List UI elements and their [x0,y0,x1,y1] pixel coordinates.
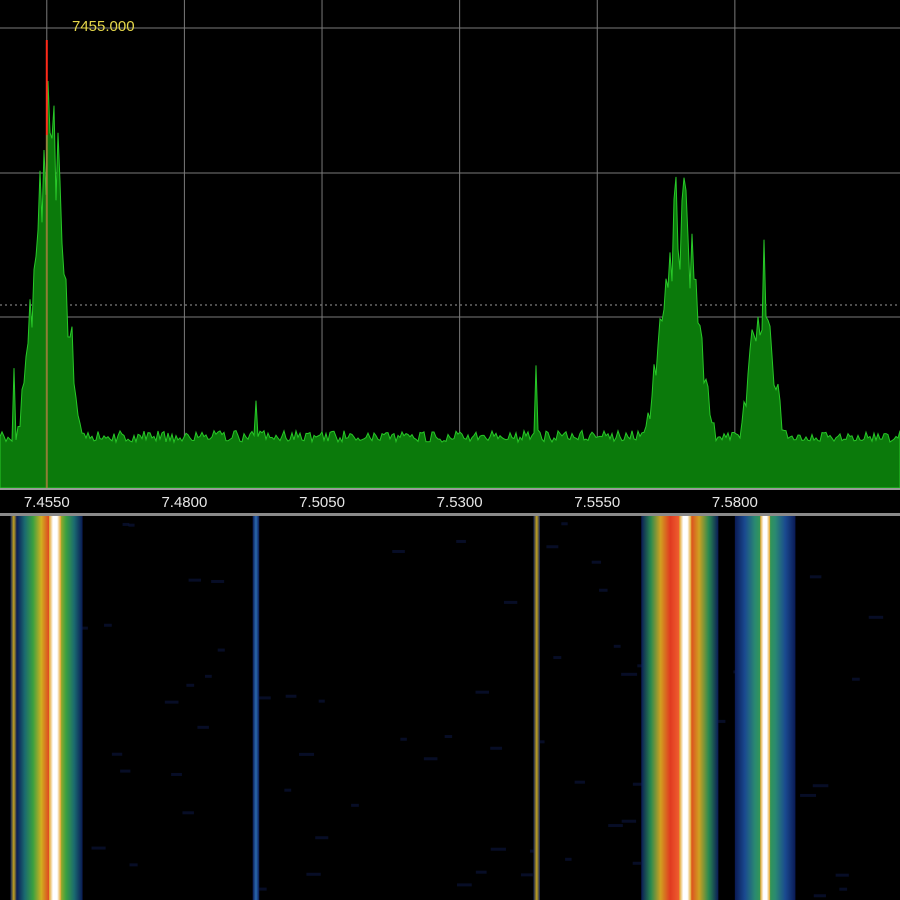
waterfall-noise [621,672,638,676]
spectrum-svg[interactable] [0,0,900,490]
axis-tick-label: 7.4800 [161,494,208,511]
waterfall-noise [111,752,123,756]
waterfall-noise [128,523,135,527]
waterfall-noise [351,803,359,807]
axis-tick-label: 7.5050 [299,494,345,511]
waterfall-noise [565,857,572,861]
waterfall-noise [284,788,292,792]
waterfall-noise [490,847,506,851]
waterfall-noise [800,793,817,797]
waterfall-noise [456,539,466,543]
waterfall-noise [490,746,503,750]
waterfall-band [760,516,771,900]
waterfall-noise [129,863,138,867]
waterfall-noise [182,811,194,815]
axis-tick-label: 7.5300 [436,494,483,511]
axis-tick-label: 7.5550 [574,494,621,511]
waterfall-noise [835,873,849,877]
waterfall-noise [120,769,131,773]
waterfall-band [10,516,18,900]
waterfall-noise [546,545,559,549]
waterfall-noise [475,690,490,694]
waterfall-noise [400,737,407,741]
spectrum-trace [0,80,900,489]
waterfall-noise [299,752,315,756]
waterfall-noise [812,784,829,788]
waterfall-noise [285,694,297,698]
frequency-axis[interactable]: 7.4550 7.4800 7.5050 7.5300 7.5550 7.5800 [0,488,900,516]
spectrum-plot[interactable]: 7455.000 [0,0,900,490]
waterfall-noise [197,725,209,729]
waterfall-noise [520,873,533,877]
waterfall-band [48,516,62,900]
sdr-receiver-view: 7455.000 7.4550 7.4800 7.5050 7.5300 7.5550 7… [0,0,900,900]
waterfall-noise [423,757,438,761]
marker-frequency-label: 7455.000 [72,18,135,35]
waterfall-noise [104,623,112,627]
waterfall-noise [868,615,884,619]
waterfall-noise [306,872,321,876]
waterfall-noise [392,549,405,553]
waterfall-svg[interactable] [0,516,900,900]
axis-tick-label: 7.4550 [23,494,70,511]
waterfall-noise [217,648,225,652]
waterfall-noise [852,677,860,681]
waterfall-noise [164,700,179,704]
waterfall-noise [91,846,106,850]
waterfall-band [679,516,692,900]
waterfall-noise [186,683,195,687]
waterfall-display[interactable] [0,516,900,900]
waterfall-noise [475,870,487,874]
axis-tick-label: 7.5800 [711,494,758,511]
waterfall-noise [503,600,518,604]
waterfall-band [252,516,260,900]
waterfall-noise [318,699,325,703]
waterfall-noise [211,579,225,583]
waterfall-noise [444,735,453,739]
waterfall-noise [813,894,826,898]
waterfall-noise [574,780,585,784]
waterfall-band [533,516,540,900]
waterfall-noise [632,861,641,865]
waterfall-noise [599,588,608,592]
waterfall-noise [456,883,472,887]
waterfall-noise [839,887,848,891]
waterfall-noise [171,772,182,776]
waterfall-noise [561,522,568,526]
waterfall-noise [553,656,562,660]
waterfall-noise [809,575,822,579]
waterfall-noise [613,644,621,648]
waterfall-noise [315,836,329,840]
waterfall-noise [591,560,602,564]
waterfall-noise [608,824,623,828]
waterfall-noise [621,819,637,823]
waterfall-noise [204,674,212,678]
waterfall-noise [188,578,202,582]
waterfall-noise [122,522,130,526]
